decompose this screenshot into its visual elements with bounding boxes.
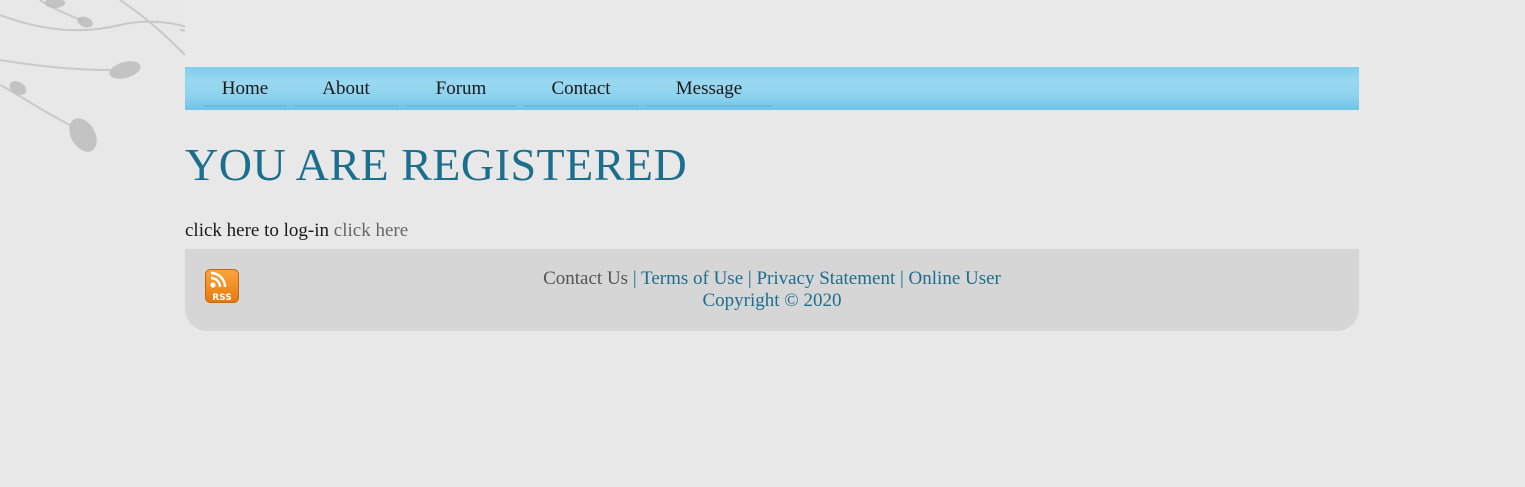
- main-navigation: Home About Forum Contact Message: [185, 67, 1359, 110]
- footer: RSS Contact Us | Terms of Use | Privacy …: [185, 249, 1359, 331]
- nav-item-message[interactable]: Message: [642, 67, 776, 110]
- main-container: Home About Forum Contact Message YOU ARE…: [185, 0, 1359, 331]
- footer-separator: |: [632, 268, 637, 289]
- footer-privacy-link[interactable]: Privacy Statement: [756, 268, 895, 289]
- copyright-text: Copyright © 2020: [702, 290, 842, 311]
- main-content: YOU ARE REGISTERED click here to log-in …: [185, 110, 1359, 249]
- nav-item-about[interactable]: About: [290, 67, 402, 110]
- nav-list: Home About Forum Contact Message: [200, 67, 776, 110]
- nav-item-contact[interactable]: Contact: [520, 67, 642, 110]
- footer-links: Contact Us | Terms of Use | Privacy Stat…: [185, 268, 1359, 312]
- page-title: YOU ARE REGISTERED: [185, 139, 688, 190]
- login-prompt-text: click here to log-in: [185, 220, 330, 241]
- nav-item-forum[interactable]: Forum: [402, 67, 520, 110]
- page: Home About Forum Contact Message YOU ARE…: [0, 0, 1525, 487]
- footer-terms-link[interactable]: Terms of Use: [641, 268, 743, 289]
- footer-separator: |: [747, 268, 752, 289]
- login-prompt: click here to log-in click here: [185, 220, 408, 242]
- header-panel: [185, 0, 1359, 67]
- nav-item-home[interactable]: Home: [200, 67, 290, 110]
- footer-contact-us-link[interactable]: Contact Us: [543, 268, 628, 289]
- footer-link-row: Contact Us | Terms of Use | Privacy Stat…: [185, 268, 1359, 290]
- login-link[interactable]: click here: [334, 220, 408, 241]
- footer-online-user-link[interactable]: Online User: [909, 268, 1001, 289]
- footer-separator: |: [899, 268, 904, 289]
